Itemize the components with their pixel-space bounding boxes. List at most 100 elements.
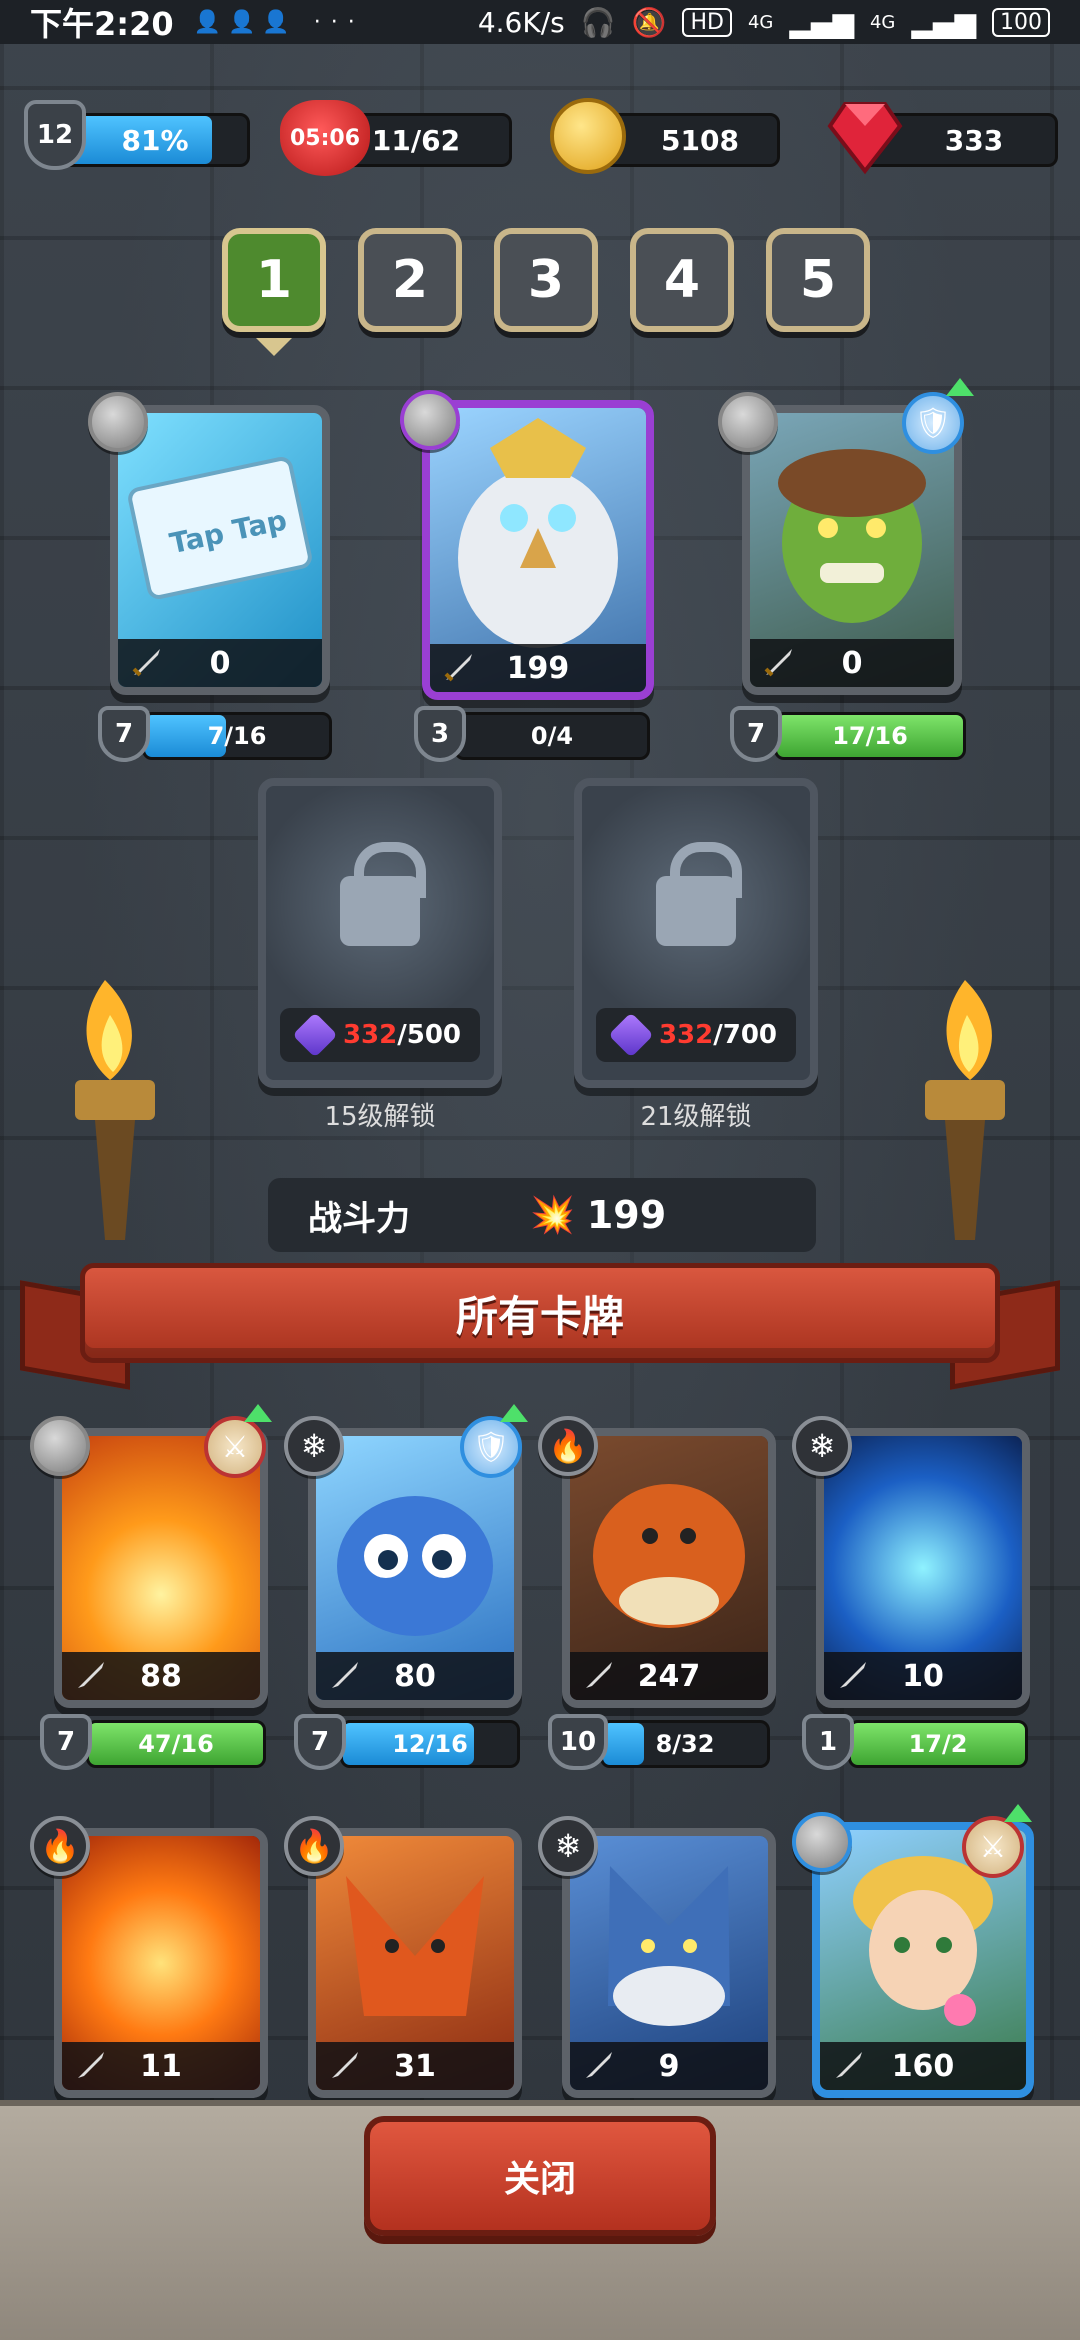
- card-fire-dragon-power: 247: [637, 1658, 701, 1694]
- card-ice-wolf[interactable]: 9: [562, 1828, 776, 2098]
- team-card-2-power: 199: [506, 650, 570, 686]
- xp-percent: 81%: [121, 123, 189, 157]
- fire-element-icon: 🔥: [538, 1416, 598, 1476]
- lock-icon: [656, 842, 742, 946]
- battery-icon: 100: [992, 7, 1050, 37]
- upgrade-arrow-icon: [500, 1404, 528, 1422]
- card-fire-dragon[interactable]: 247: [562, 1428, 776, 1708]
- sword-icon: [840, 1662, 866, 1688]
- card-ice-dragon-power: 80: [394, 1658, 436, 1694]
- team-card-2-level: 3: [414, 706, 466, 762]
- tab-4-label: 4: [663, 250, 701, 310]
- combat-power-value: 199: [586, 1193, 667, 1237]
- right-torch-icon: [905, 960, 1025, 1260]
- all-cards-banner: 所有卡牌: [20, 1255, 1060, 1405]
- team-card-3-level: 7: [730, 706, 782, 762]
- fire-element-icon: 🔥: [30, 1816, 90, 1876]
- card-lightning-level: 7: [40, 1714, 92, 1770]
- card-ice-crystal-progress: 17/2: [848, 1720, 1028, 1768]
- life-timer: 05:06: [289, 125, 361, 151]
- headphone-icon: 🎧: [580, 5, 616, 39]
- notification-icons: 👤 👤 👤: [193, 9, 290, 35]
- card-fire-orb-power: 11: [140, 2048, 182, 2084]
- lives-count: 11/62: [371, 123, 461, 157]
- team-card-2-progress-text: 0/4: [530, 722, 574, 750]
- team-card-1[interactable]: Tap Tap 0: [110, 405, 330, 695]
- team-card-2[interactable]: 199: [422, 400, 654, 700]
- combat-power-label: 战斗力: [308, 1198, 410, 1239]
- locked-slot-1-label: 15级解锁: [324, 1102, 436, 1132]
- shield-upgrade-icon: 🛡: [902, 392, 964, 454]
- fire-element-icon: 🔥: [284, 1816, 344, 1876]
- tab-pointer: [256, 338, 292, 356]
- card-ice-dragon-level: 7: [294, 1714, 346, 1770]
- team-card-2-progress: 0/4: [454, 712, 650, 760]
- card-ice-crystal-power: 10: [902, 1658, 944, 1694]
- tab-2[interactable]: 2: [358, 228, 462, 332]
- tab-1[interactable]: 1: [222, 228, 326, 332]
- sword-icon: [132, 649, 160, 677]
- locked-slot-1[interactable]: 332/500: [258, 778, 502, 1088]
- signal-label-2: 4G: [869, 11, 896, 33]
- purple-gem-icon: [608, 1012, 654, 1058]
- tab-4[interactable]: 4: [630, 228, 734, 332]
- tab-5[interactable]: 5: [766, 228, 870, 332]
- team-card-1-level-text: 7: [114, 719, 134, 749]
- gem-count: 333: [944, 123, 1004, 157]
- card-ice-wolf-power: 9: [658, 2048, 680, 2084]
- card-lightning-progress: 47/16: [86, 1720, 266, 1768]
- signal-icon-2: ▂▄▆: [911, 5, 976, 39]
- card-ice-crystal-level-text: 1: [818, 1727, 838, 1757]
- tab-3[interactable]: 3: [494, 228, 598, 332]
- card-fire-fox[interactable]: 31: [308, 1828, 522, 2098]
- rarity-badge-common: [718, 392, 778, 452]
- purple-gem-icon: [292, 1012, 338, 1058]
- card-lightning-power: 88: [140, 1658, 182, 1694]
- sword-icon: [444, 654, 472, 682]
- rarity-badge-rare: [792, 1812, 852, 1872]
- xp-bar[interactable]: 81%: [60, 113, 250, 167]
- status-bar: 下午2:20 👤 👤 👤 ··· 4.6K/s 🎧 🔕 HD 4G ▂▄▆ 4G…: [0, 0, 1080, 44]
- locked-slot-2-cost-total: /700: [713, 1020, 778, 1050]
- locked-slot-2[interactable]: 332/700: [574, 778, 818, 1088]
- team-card-1-level: 7: [98, 706, 150, 762]
- card-fire-orb[interactable]: 11: [54, 1828, 268, 2098]
- hd-icon: HD: [682, 7, 732, 37]
- player-level: 12: [36, 120, 74, 150]
- tab-1-label: 1: [255, 250, 293, 310]
- locked-slot-2-cost: 332/700: [596, 1008, 796, 1062]
- tab-2-label: 2: [391, 250, 429, 310]
- sword-icon: [78, 2052, 104, 2078]
- tab-3-label: 3: [527, 250, 565, 310]
- locked-slot-2-label: 21级解锁: [640, 1102, 752, 1132]
- card-fire-dragon-level-text: 10: [559, 1727, 597, 1757]
- sword-icon: [332, 1662, 358, 1688]
- player-level-shield: 12: [24, 100, 86, 170]
- team-card-3-progress: 17/16: [774, 712, 966, 760]
- gold-coin-icon: [550, 98, 626, 174]
- signal-label-1: 4G: [747, 11, 774, 33]
- attack-upgrade-icon: ⚔: [962, 1816, 1024, 1878]
- close-button[interactable]: 关闭: [364, 2116, 716, 2236]
- ice-element-icon: ❄: [538, 1816, 598, 1876]
- team-card-3-level-text: 7: [746, 719, 766, 749]
- shield-upgrade-icon: 🛡: [460, 1416, 522, 1478]
- sword-icon: [586, 1662, 612, 1688]
- attack-upgrade-icon: ⚔: [204, 1416, 266, 1478]
- card-lightning-level-text: 7: [56, 1727, 76, 1757]
- card-ice-dragon-progress-text: 12/16: [392, 1730, 468, 1758]
- card-ice-dragon-level-text: 7: [310, 1727, 330, 1757]
- card-lightning-progress-text: 47/16: [138, 1730, 214, 1758]
- card-fire-dragon-level: 10: [548, 1714, 608, 1770]
- card-fire-fox-power: 31: [394, 2048, 436, 2084]
- locked-slot-1-cost-total: /500: [397, 1020, 462, 1050]
- ice-element-icon: ❄: [792, 1416, 852, 1476]
- heart-icon: 05:06: [280, 100, 370, 176]
- ice-element-icon: ❄: [284, 1416, 344, 1476]
- status-time: 下午2:20: [30, 5, 174, 43]
- card-ice-dragon-progress: 12/16: [340, 1720, 520, 1768]
- left-torch-icon: [55, 960, 175, 1260]
- sword-icon: [332, 2052, 358, 2078]
- card-ice-crystal-level: 1: [802, 1714, 854, 1770]
- card-ice-crystal[interactable]: 10: [816, 1428, 1030, 1708]
